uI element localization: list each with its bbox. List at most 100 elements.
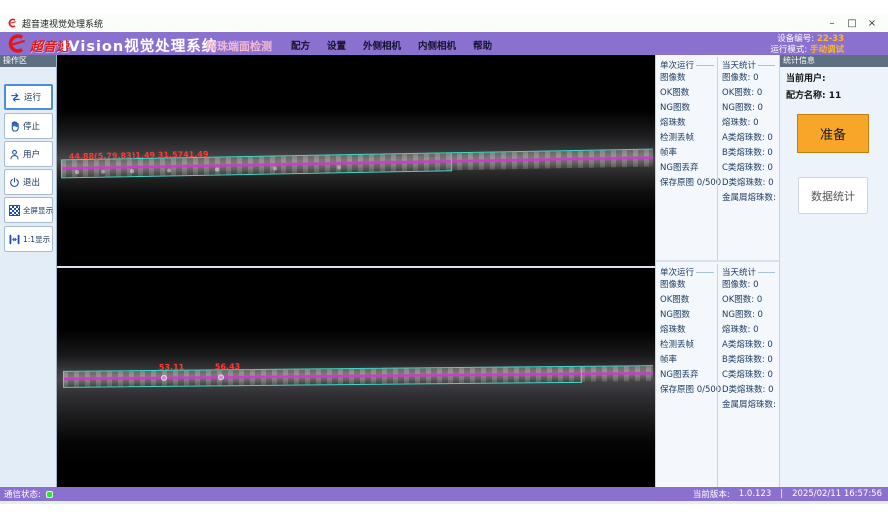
detection-roi-box xyxy=(63,366,582,388)
stat-value: 图像数: 0 xyxy=(722,278,777,293)
stop-hand-icon xyxy=(7,119,21,133)
recipe-name-label: 配方名称: xyxy=(786,91,826,101)
stat-value: OK图数: 0 xyxy=(722,86,777,101)
minimize-button[interactable]: – xyxy=(824,16,840,30)
menu-help[interactable]: 帮助 xyxy=(473,38,492,52)
stat-label: OK图数 xyxy=(660,86,716,101)
recipe-name-value: 11 xyxy=(829,91,842,101)
exit-button[interactable]: 退出 xyxy=(4,169,53,195)
stat-label: NG图丢弃 xyxy=(660,368,716,383)
stat-label: OK图数 xyxy=(660,293,716,308)
stat-label: NG图数 xyxy=(660,308,716,323)
measurement-annotation: 56.43 xyxy=(215,362,240,371)
version-label: 当前版本: xyxy=(693,488,730,500)
exit-button-label: 退出 xyxy=(23,176,40,188)
app-icon xyxy=(7,18,17,28)
data-statistics-button[interactable]: 数据统计 xyxy=(798,177,868,214)
run-mode-label: 运行模式: xyxy=(770,45,807,55)
stat-value: 熔珠数: 0 xyxy=(722,116,777,131)
restore-button[interactable]: □ xyxy=(844,16,860,30)
single-run-column: 单次运行 图像数 OK图数 NG图数 熔珠数 检测丢帧 帧率 NG图丢弃 保存原… xyxy=(656,264,716,487)
stat-label: 检测丢帧 xyxy=(660,131,716,146)
power-icon xyxy=(7,175,21,189)
status-bar: 通信状态: 当前版本: 1.0.123 | 2025/02/11 16:57:5… xyxy=(0,487,888,501)
stat-label: 检测丢帧 xyxy=(660,338,716,353)
weld-bead-strip: 44.88(5.79.83)1.49 31.5741.49 xyxy=(61,150,653,178)
menu-outer-camera[interactable]: 外侧相机 xyxy=(363,38,401,52)
sidebar-title: 操作区 xyxy=(0,55,56,67)
stat-value: A类熔珠数: 0 xyxy=(722,338,777,353)
statistics-info-panel: 统计信息 当前用户: 配方名称: 11 准备 数据统计 xyxy=(779,55,888,487)
window-titlebar: 超音速视觉处理系统 – □ × xyxy=(0,14,888,32)
outer-camera-viewport: 44.88(5.79.83)1.49 31.5741.49 xyxy=(57,55,655,266)
one-to-one-icon xyxy=(7,232,21,246)
desktop-background xyxy=(0,501,888,522)
stop-button[interactable]: 停止 xyxy=(4,113,53,139)
inner-camera-stats-panel: 单次运行 图像数 OK图数 NG图数 熔珠数 检测丢帧 帧率 NG图丢弃 保存原… xyxy=(656,262,779,487)
outer-camera-stats-panel: 单次运行 图像数 OK图数 NG图数 熔珠数 检测丢帧 帧率 NG图丢弃 保存原… xyxy=(656,55,779,260)
stat-value: 金属屑熔珠数: 0 xyxy=(722,398,777,413)
daily-stats-title: 当天统计 xyxy=(722,59,777,71)
app-window: 超音速视觉处理系统 – □ × 超音速 IVision视觉处理系统 熔珠端面检测… xyxy=(0,0,888,522)
separator: | xyxy=(780,489,783,499)
stat-label: 熔珠数 xyxy=(660,323,716,338)
stat-label: NG图丢弃 xyxy=(660,161,716,176)
one-to-one-button-label: 1:1显示 xyxy=(23,234,50,245)
device-number-label: 设备编号: xyxy=(777,34,814,44)
app-header: 超音速 IVision视觉处理系统 熔珠端面检测 配方 设置 外侧相机 内侧相机… xyxy=(0,32,888,55)
stat-label: 熔珠数 xyxy=(660,116,716,131)
stat-label: 帧率 xyxy=(660,146,716,161)
stat-value: B类熔珠数: 0 xyxy=(722,353,777,368)
bead-markers xyxy=(75,170,79,174)
app-title: IVision视觉处理系统 xyxy=(62,35,217,56)
operation-sidebar: 操作区 运行 停止 用户 退出 全屏显示 xyxy=(0,55,57,487)
prepare-button[interactable]: 准备 xyxy=(797,114,869,153)
user-button[interactable]: 用户 xyxy=(4,141,53,167)
user-button-label: 用户 xyxy=(23,148,40,160)
inner-camera-viewport: 53.11 56.43 xyxy=(57,268,655,487)
daily-stats-column: 当天统计 图像数: 0 OK图数: 0 NG图数: 0 熔珠数: 0 A类熔珠数… xyxy=(717,57,777,260)
stat-label: 帧率 xyxy=(660,353,716,368)
run-mode-value: 手动调试 xyxy=(810,45,844,55)
stat-label: 图像数 xyxy=(660,278,716,293)
comm-status-label: 通信状态: xyxy=(4,488,41,500)
datetime: 2025/02/11 16:57:56 xyxy=(792,489,882,499)
fullscreen-icon xyxy=(7,203,21,217)
single-run-title: 单次运行 xyxy=(660,266,716,278)
single-run-title: 单次运行 xyxy=(660,59,716,71)
one-to-one-button[interactable]: 1:1显示 xyxy=(4,226,53,252)
run-icon xyxy=(8,90,22,104)
stat-label: 保存原图 0/500 xyxy=(660,176,716,191)
stat-value: D类熔珠数: 0 xyxy=(722,176,777,191)
stat-label: NG图数 xyxy=(660,101,716,116)
stat-value: B类熔珠数: 0 xyxy=(722,146,777,161)
stat-label: 保存原图 0/500 xyxy=(660,383,716,398)
daily-stats-column: 当天统计 图像数: 0 OK图数: 0 NG图数: 0 熔珠数: 0 A类熔珠数… xyxy=(717,264,777,487)
detection-roi-edge xyxy=(582,365,653,367)
app-subtitle: 熔珠端面检测 xyxy=(206,38,272,54)
stat-value: C类熔珠数: 0 xyxy=(722,368,777,383)
user-icon xyxy=(7,147,21,161)
stat-value: 图像数: 0 xyxy=(722,71,777,86)
stat-value: NG图数: 0 xyxy=(722,101,777,116)
menu-bar: 配方 设置 外侧相机 内侧相机 帮助 xyxy=(291,38,492,52)
menu-inner-camera[interactable]: 内侧相机 xyxy=(418,38,456,52)
stat-value: A类熔珠数: 0 xyxy=(722,131,777,146)
stat-label: 图像数 xyxy=(660,71,716,86)
daily-stats-title: 当天统计 xyxy=(722,266,777,278)
stat-value: OK图数: 0 xyxy=(722,293,777,308)
single-run-column: 单次运行 图像数 OK图数 NG图数 熔珠数 检测丢帧 帧率 NG图丢弃 保存原… xyxy=(656,57,716,260)
stat-value: 金属屑熔珠数: 0 xyxy=(722,191,777,206)
comm-status-indicator xyxy=(46,491,53,498)
run-button[interactable]: 运行 xyxy=(4,84,53,110)
menu-settings[interactable]: 设置 xyxy=(327,38,346,52)
menu-recipe[interactable]: 配方 xyxy=(291,38,310,52)
bead-marker xyxy=(161,375,167,381)
device-info: 设备编号: 22-33 运行模式: 手动调试 xyxy=(770,34,844,55)
stop-button-label: 停止 xyxy=(23,120,40,132)
window-title: 超音速视觉处理系统 xyxy=(22,17,103,30)
fullscreen-button[interactable]: 全屏显示 xyxy=(4,197,53,223)
stat-value: 熔珠数: 0 xyxy=(722,323,777,338)
close-button[interactable]: × xyxy=(864,16,880,30)
current-user-label: 当前用户: xyxy=(786,71,888,84)
